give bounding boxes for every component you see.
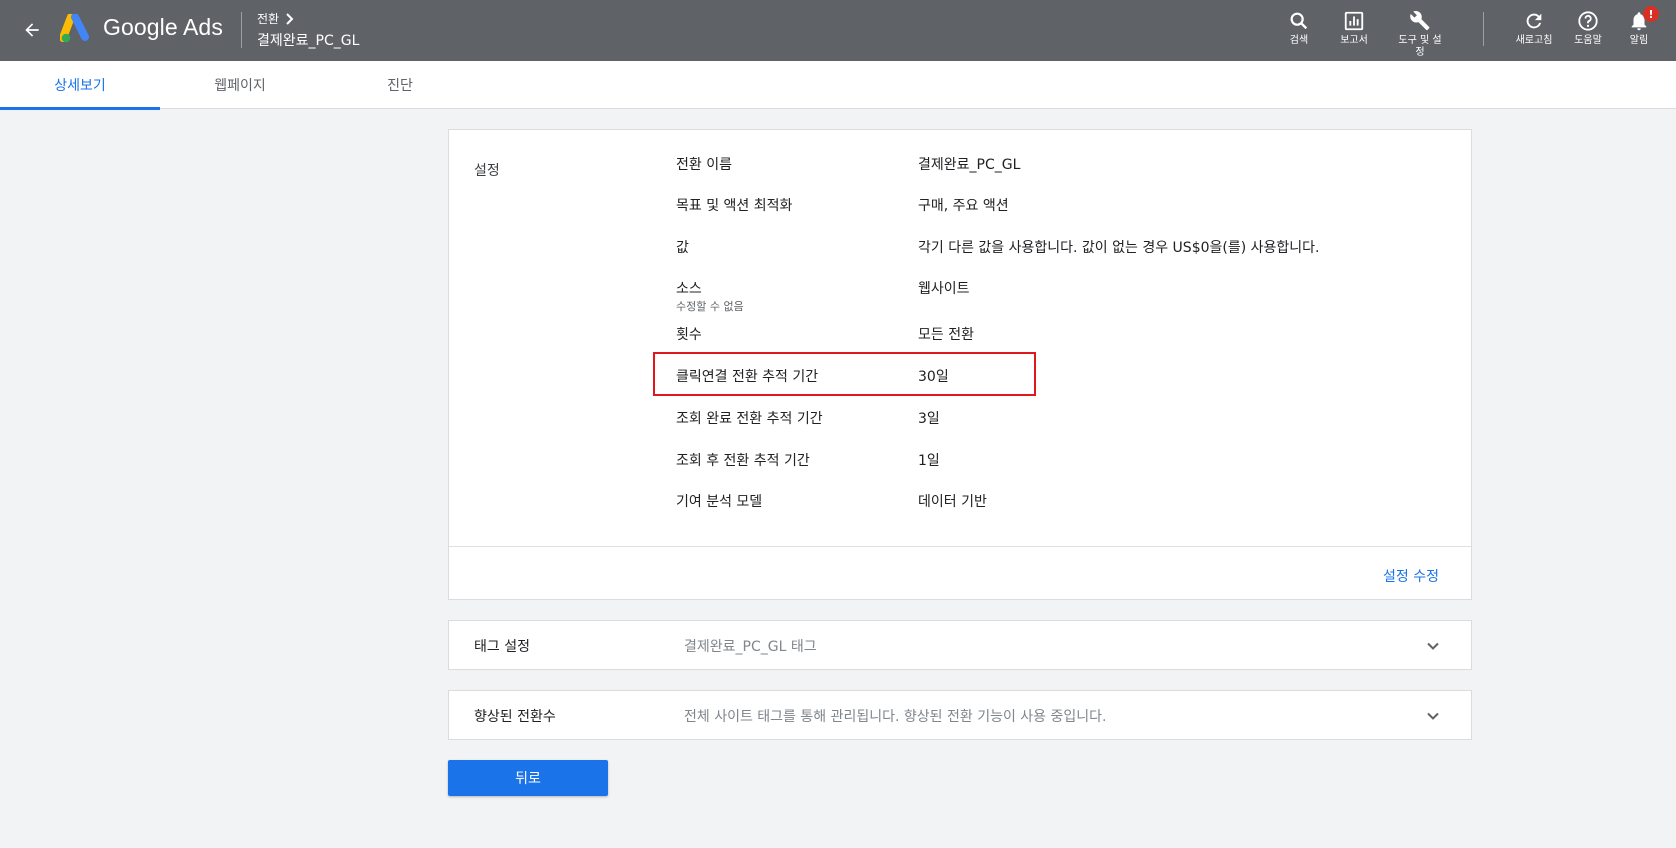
tab-webpages[interactable]: 웹페이지: [160, 61, 320, 109]
tools-divider: [1483, 12, 1484, 46]
setting-subnote: 수정할 수 없음: [676, 300, 744, 313]
back-button[interactable]: 뒤로: [448, 760, 608, 796]
notifications-button[interactable]: ! 알림: [1609, 6, 1669, 47]
panel-description: 결제완료_PC_GL 태그: [684, 639, 817, 655]
chevron-down-icon[interactable]: [1423, 706, 1443, 726]
setting-key: 소스: [676, 281, 702, 297]
chevron-right-icon: [286, 12, 294, 25]
notifications-label: 알림: [1629, 35, 1649, 46]
wrench-icon: [1410, 11, 1430, 31]
tab-diagnostics[interactable]: 진단: [320, 61, 480, 109]
tools-settings-label: 도구 및 설정: [1398, 35, 1442, 58]
setting-value: 결제완료_PC_GL: [918, 157, 1021, 173]
card-divider: [449, 546, 1471, 547]
breadcrumb-parent-label: 전환: [257, 12, 280, 26]
breadcrumb-parent-link[interactable]: 전환: [257, 10, 359, 27]
settings-section-label: 설정: [474, 163, 500, 179]
search-icon: [1290, 12, 1308, 30]
setting-value: 3일: [918, 411, 940, 427]
google-ads-logo-icon: [59, 13, 92, 44]
panel-description: 전체 사이트 태그를 통해 관리됩니다. 향상된 전환 기능이 사용 중입니다.: [684, 709, 1107, 725]
setting-key: 조회 완료 전환 추적 기간: [676, 411, 823, 427]
back-arrow-icon[interactable]: [18, 16, 46, 44]
enhanced-conversions-panel[interactable]: 향상된 전환수 전체 사이트 태그를 통해 관리됩니다. 향상된 전환 기능이 …: [448, 690, 1472, 740]
search-label: 검색: [1289, 35, 1309, 46]
help-icon: [1578, 11, 1598, 31]
tab-bar: 상세보기 웹페이지 진단: [0, 61, 1676, 110]
setting-key: 횟수: [676, 327, 702, 343]
setting-value: 30일: [918, 369, 949, 385]
setting-value: 모든 전환: [918, 327, 974, 343]
brand-name: Google Ads: [103, 14, 223, 40]
page-title: 결제완료_PC_GL: [257, 33, 360, 49]
tab-details[interactable]: 상세보기: [0, 61, 160, 110]
setting-key: 조회 후 전환 추적 기간: [676, 453, 810, 469]
tag-setup-panel[interactable]: 태그 설정 결제완료_PC_GL 태그: [448, 620, 1472, 670]
panel-title: 태그 설정: [474, 639, 530, 655]
refresh-button[interactable]: 새로고침: [1504, 10, 1564, 47]
refresh-icon: [1526, 13, 1542, 29]
setting-key: 값: [676, 240, 689, 256]
setting-key: 클릭연결 전환 추적 기간: [676, 369, 819, 385]
panel-title: 향상된 전환수: [474, 709, 556, 725]
setting-value: 1일: [918, 453, 940, 469]
edit-settings-link[interactable]: 설정 수정: [1383, 566, 1439, 586]
setting-value: 웹사이트: [918, 281, 970, 297]
setting-value: 구매, 주요 액션: [918, 198, 1009, 214]
reports-icon: [1344, 11, 1364, 31]
header-divider: [241, 12, 242, 48]
tools-settings-button[interactable]: 도구 및 설정: [1390, 10, 1450, 59]
notification-badge: !: [1643, 6, 1659, 22]
chevron-down-icon[interactable]: [1423, 636, 1443, 656]
reports-label: 보고서: [1340, 35, 1368, 46]
setting-key: 기여 분석 모델: [676, 494, 763, 510]
setting-value: 각기 다른 값을 사용합니다. 값이 없는 경우 US$0을(를) 사용합니다.: [918, 240, 1320, 256]
setting-key: 목표 및 액션 최적화: [676, 198, 793, 214]
help-label: 도움말: [1574, 35, 1602, 46]
refresh-label: 새로고침: [1515, 35, 1553, 46]
reports-button[interactable]: 보고서: [1324, 10, 1384, 47]
setting-key: 전환 이름: [676, 157, 732, 173]
search-button[interactable]: 검색: [1269, 10, 1329, 47]
settings-card: 설정 전환 이름 결제완료_PC_GL 목표 및 액션 최적화 구매, 주요 액…: [448, 129, 1472, 600]
breadcrumb: 전환 결제완료_PC_GL: [257, 10, 359, 50]
top-app-bar: Google Ads 전환 결제완료_PC_GL 검색 보고서 도구 및 설정 …: [0, 0, 1676, 61]
setting-value: 데이터 기반: [918, 494, 987, 510]
